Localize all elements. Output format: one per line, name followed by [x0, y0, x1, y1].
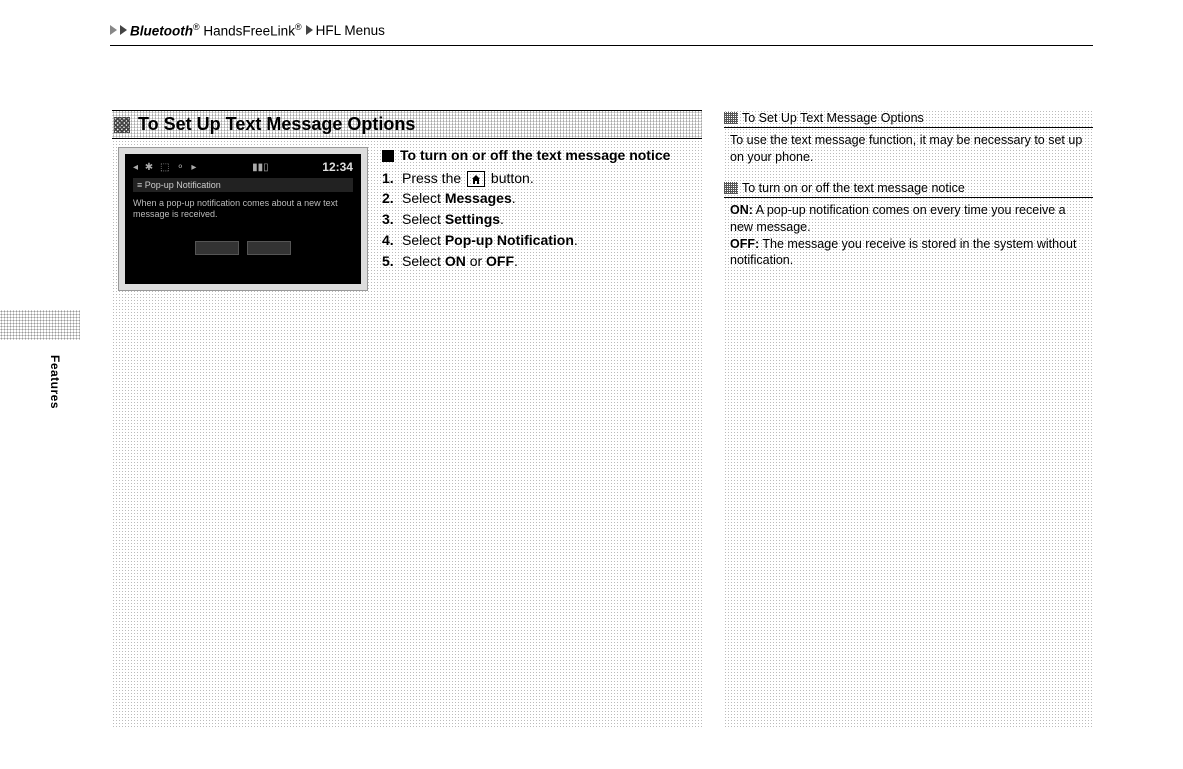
- square-marker-icon: [382, 150, 394, 162]
- section-tab-label: Features: [48, 355, 62, 409]
- breadcrumb-segment: HFL Menus: [316, 23, 385, 38]
- chevron-right-icon: [110, 25, 117, 35]
- instruction-step: 2. Select Messages.: [382, 189, 696, 208]
- instructions-block: To turn on or off the text message notic…: [382, 147, 696, 291]
- breadcrumb-segment: Bluetooth® HandsFreeLink®: [130, 22, 302, 39]
- section-marker-icon: [114, 117, 130, 133]
- device-subheading: ≡ Pop-up Notification: [133, 178, 353, 192]
- home-button-icon: [467, 171, 485, 187]
- signal-icon: ▮▮▯: [252, 162, 269, 173]
- device-screenshot: ◂ ✱ ⬚ ⚬ ▸ ▮▮▯ 12:34 ≡ Pop-up Notificatio…: [118, 147, 368, 291]
- instruction-heading: To turn on or off the text message notic…: [382, 147, 696, 165]
- breadcrumb: Bluetooth® HandsFreeLink® HFL Menus: [110, 22, 1093, 46]
- instruction-step: 4. Select Pop-up Notification.: [382, 231, 696, 250]
- side-spine-decoration: [0, 310, 80, 340]
- instruction-step: 1. Press the button.: [382, 169, 696, 188]
- device-button: [195, 241, 239, 255]
- chevron-right-icon: [120, 25, 127, 35]
- device-clock: 12:34: [322, 160, 353, 174]
- section-title: To Set Up Text Message Options: [138, 114, 415, 135]
- sidebar-note: To turn on or off the text message notic…: [724, 180, 1093, 270]
- instruction-step: 5. Select ON or OFF.: [382, 252, 696, 271]
- section-heading: To Set Up Text Message Options: [112, 110, 702, 139]
- device-body-text: When a pop-up notification comes about a…: [133, 198, 353, 221]
- device-button: [247, 241, 291, 255]
- note-ref-icon: [724, 182, 738, 194]
- note-title: To Set Up Text Message Options: [742, 111, 924, 125]
- note-ref-icon: [724, 112, 738, 124]
- sidebar-note: To Set Up Text Message Options To use th…: [724, 110, 1093, 166]
- note-body: ON: A pop-up notification comes on every…: [724, 198, 1093, 270]
- instruction-step: 3. Select Settings.: [382, 210, 696, 229]
- note-title: To turn on or off the text message notic…: [742, 181, 965, 195]
- chevron-right-icon: [306, 25, 313, 35]
- status-icons: ◂ ✱ ⬚ ⚬ ▸: [133, 162, 198, 173]
- note-body: To use the text message function, it may…: [724, 128, 1093, 166]
